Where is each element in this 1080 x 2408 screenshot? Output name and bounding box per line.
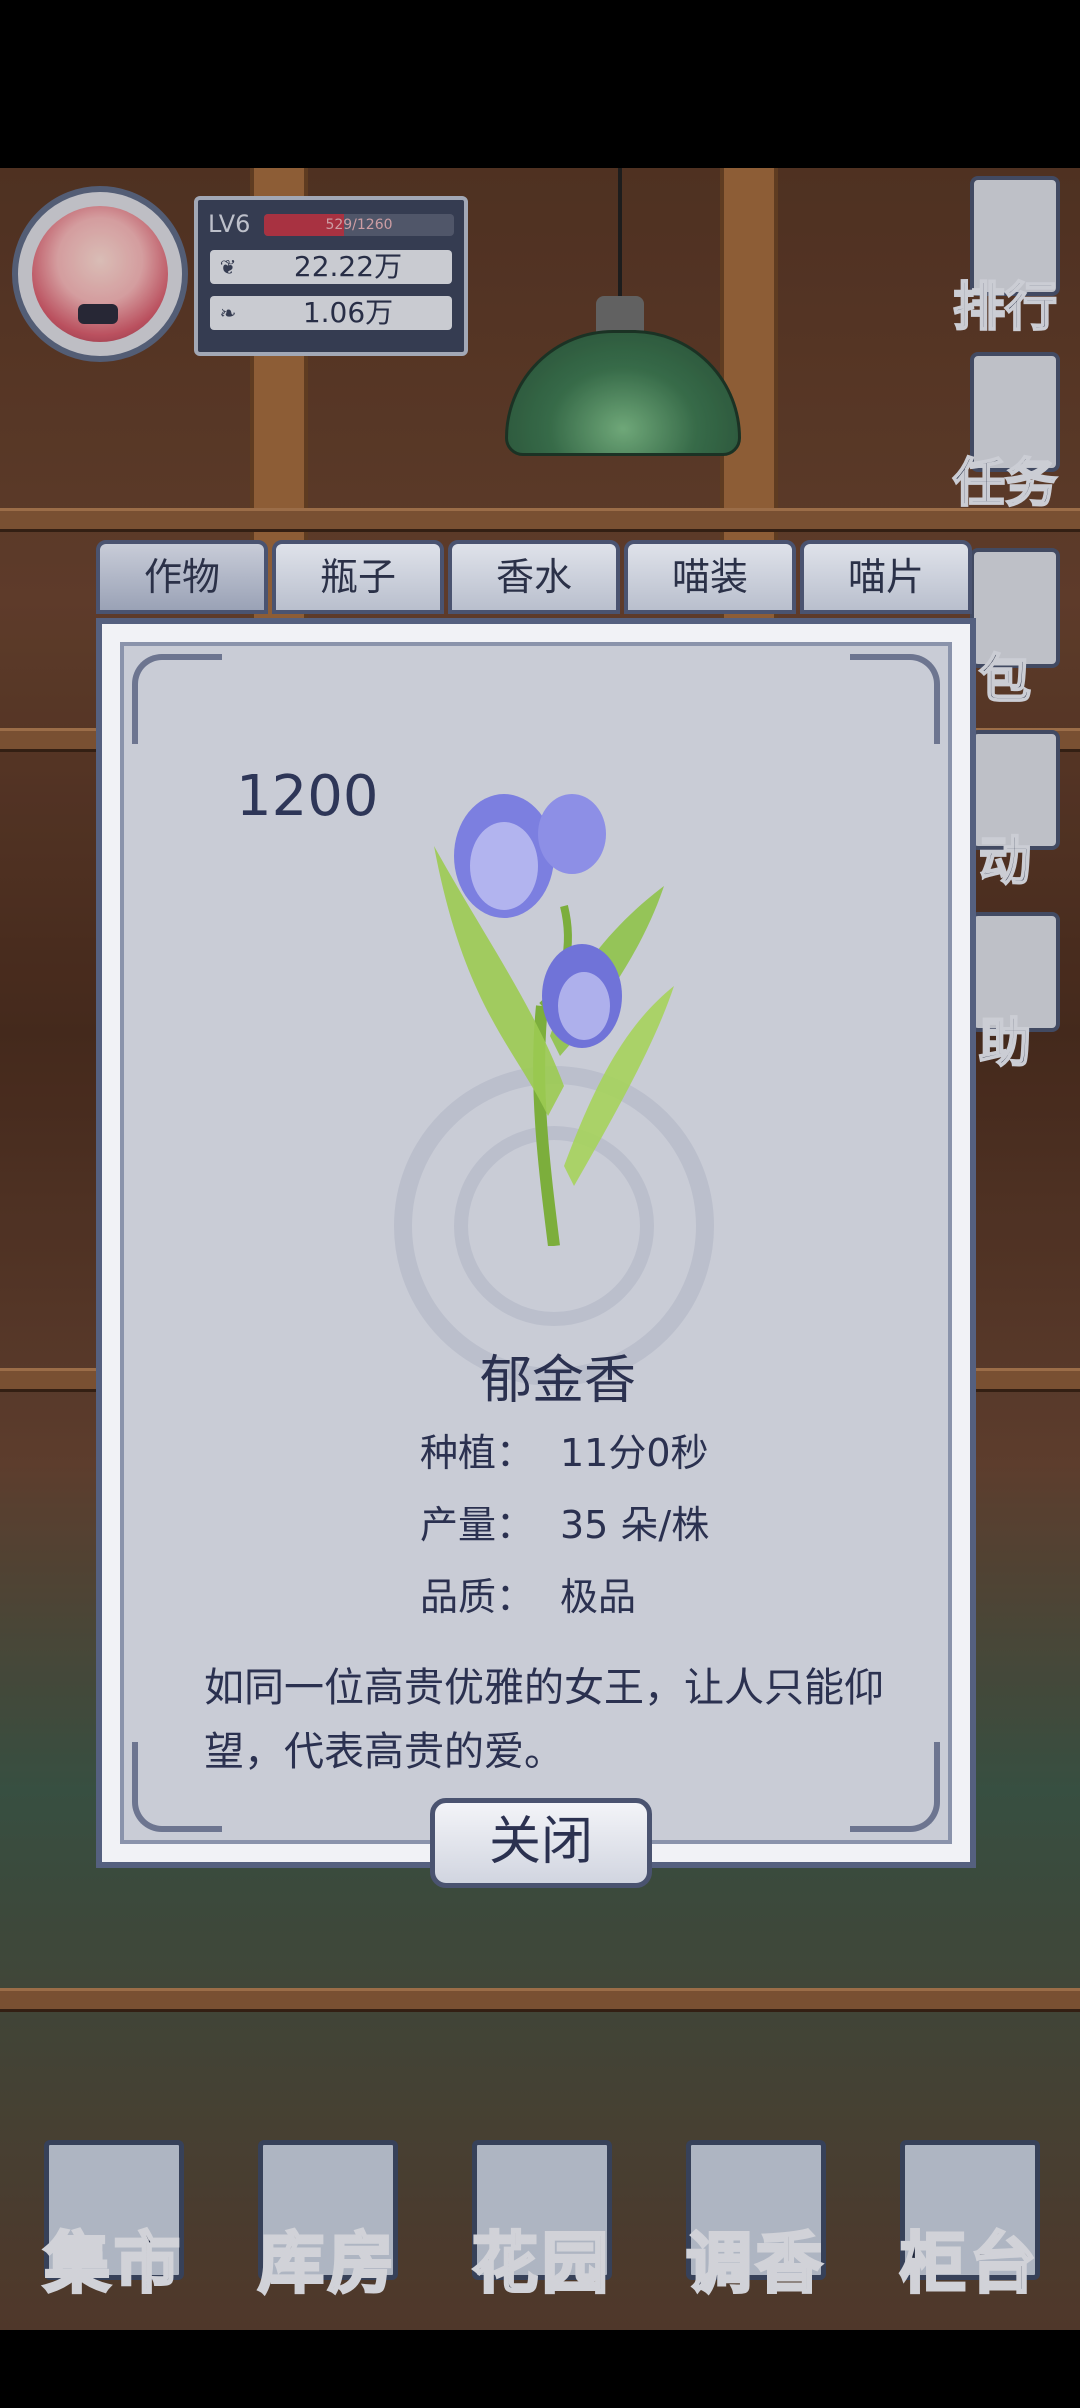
tulip-icon — [434, 794, 674, 1246]
detail-label: 种植： — [420, 1431, 535, 1475]
tab-crops[interactable]: 作物 — [96, 540, 268, 614]
item-price: 1200 — [236, 764, 379, 829]
tab-perfume[interactable]: 香水 — [448, 540, 620, 614]
ornament-corner — [850, 654, 940, 744]
detail-growth-time: 种植： 11分0秒 — [420, 1422, 709, 1477]
category-tabs: 作物 瓶子 香水 喵装 喵片 — [96, 540, 976, 616]
detail-quality: 品质： 极品 — [420, 1566, 636, 1621]
card-inner: 1200 郁金香 种植： 11分0秒 产量： 35 朵/株 品质： 极品 如同一位高贵… — [120, 642, 952, 1844]
detail-yield: 产量： 35 朵/株 — [420, 1494, 709, 1549]
detail-value: 35 朵/株 — [560, 1503, 710, 1547]
tab-cat-cards[interactable]: 喵片 — [800, 540, 972, 614]
close-button[interactable]: 关闭 — [430, 1798, 652, 1888]
detail-label: 产量： — [420, 1503, 535, 1547]
item-description: 如同一位高贵优雅的女王，让人只能仰望，代表高贵的爱。 — [204, 1665, 884, 1775]
ornament-corner — [132, 654, 222, 744]
detail-label: 品质： — [420, 1575, 535, 1619]
detail-value: 极品 — [560, 1575, 637, 1619]
detail-value: 11分0秒 — [560, 1431, 709, 1475]
item-detail-card: 1200 郁金香 种植： 11分0秒 产量： 35 朵/株 品质： 极品 如同一位高贵… — [96, 618, 976, 1868]
tab-cat-outfit[interactable]: 喵装 — [624, 540, 796, 614]
tab-bottles[interactable]: 瓶子 — [272, 540, 444, 614]
item-name: 郁金香 — [479, 1351, 636, 1411]
